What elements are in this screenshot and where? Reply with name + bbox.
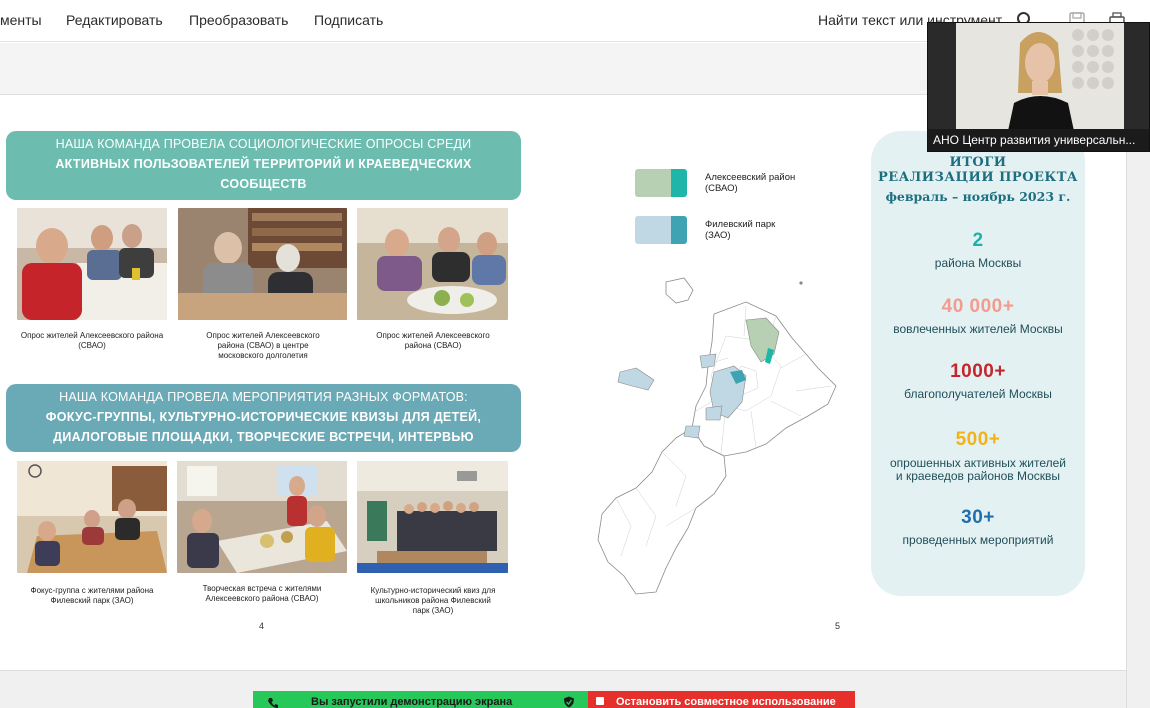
menu-sign[interactable]: Подписать <box>314 12 383 28</box>
legend-text-alekseevsky: Алексеевский район (СВАО) <box>705 172 795 194</box>
stat-value-residents: 40 000+ <box>941 296 1015 317</box>
stat-value-beneficiaries: 1000+ <box>950 361 1006 382</box>
photo-focus-group <box>17 461 167 573</box>
photo-survey-1 <box>17 208 167 320</box>
results-panel: ИТОГИ РЕАЛИЗАЦИИ ПРОЕКТА февраль – ноябр… <box>871 131 1085 596</box>
stop-sharing-label: Остановить совместное использование <box>616 696 836 708</box>
stat-value-surveyed: 500+ <box>955 429 1001 450</box>
legend-swatch-alekseevsky <box>635 169 687 197</box>
photo-survey-2 <box>178 208 347 320</box>
legend-filevsky-line2: (ЗАО) <box>705 230 731 241</box>
stop-icon <box>596 697 604 705</box>
caption-survey-1: Опрос жителей Алексеевского района (СВАО… <box>20 331 164 350</box>
legend-swatch-filevsky <box>635 216 687 244</box>
legend-swatch-alekseevsky-light <box>635 169 671 197</box>
surveys-banner: НАША КОМАНДА ПРОВЕЛА СОЦИОЛОГИЧЕСКИЕ ОПР… <box>6 131 521 200</box>
legend-swatch-alekseevsky-dark <box>671 169 687 197</box>
photo-creative-meeting <box>177 461 347 573</box>
caption-quiz: Культурно-исторический квиз для школьник… <box>370 586 496 615</box>
stat-label-districts: района Москвы <box>934 256 1022 270</box>
stat-label-events: проведенных мероприятий <box>902 533 1054 547</box>
stat-label-beneficiaries: благополучателей Москвы <box>904 387 1052 401</box>
events-banner-line2: ФОКУС-ГРУППЫ, КУЛЬТУРНО-ИСТОРИЧЕСКИЕ КВИ… <box>45 410 482 424</box>
legend-swatch-filevsky-light <box>635 216 671 244</box>
page-number-left: 4 <box>259 621 265 631</box>
phone-icon <box>268 698 278 708</box>
photo-quiz <box>357 461 508 573</box>
moscow-map <box>597 277 837 595</box>
stat-value-events: 30+ <box>961 507 995 528</box>
caption-creative-meeting: Творческая встреча с жителями Алексеевск… <box>202 584 322 603</box>
events-banner: НАША КОМАНДА ПРОВЕЛА МЕРОПРИЯТИЯ РАЗНЫХ … <box>6 384 521 452</box>
results-title-line1: ИТОГИ <box>949 155 1007 170</box>
screen-share-status: Вы запустили демонстрацию экрана <box>253 691 588 708</box>
surveys-banner-line1: НАША КОМАНДА ПРОВЕЛА СОЦИОЛОГИЧЕСКИЕ ОПР… <box>55 137 472 151</box>
menu-tools[interactable]: менты <box>0 12 42 28</box>
caption-survey-3: Опрос жителей Алексеевского района (СВАО… <box>376 331 490 350</box>
results-dates: февраль – ноябрь 2023 г. <box>885 189 1071 204</box>
results-title-line2: РЕАЛИЗАЦИИ ПРОЕКТА <box>877 170 1079 185</box>
app-window: менты Редактировать Преобразовать Подпис… <box>0 0 1150 708</box>
menu-edit[interactable]: Редактировать <box>66 12 163 28</box>
vertical-scrollbar[interactable] <box>1126 95 1150 708</box>
legend-text-filevsky: Филевский парк (ЗАО) <box>705 219 775 241</box>
surveys-banner-line3: СООБЩЕСТВ <box>220 177 307 191</box>
legend-alekseevsky-line1: Алексеевский район <box>705 172 796 183</box>
photo-survey-3 <box>357 208 508 320</box>
legend-filevsky-line1: Филевский парк <box>705 219 776 230</box>
stat-label-residents: вовлеченных жителей Москвы <box>893 322 1063 336</box>
caption-focus-group: Фокус-группа с жителями района Филевский… <box>30 586 154 605</box>
stop-sharing-button[interactable]: Остановить совместное использование <box>588 691 855 708</box>
legend-alekseevsky-line2: (СВАО) <box>705 183 738 194</box>
webcam-participant-name: АНО Центр развития универсальн... <box>928 129 1149 151</box>
screen-share-status-text: Вы запустили демонстрацию экрана <box>311 696 513 708</box>
events-banner-line1: НАША КОМАНДА ПРОВЕЛА МЕРОПРИЯТИЯ РАЗНЫХ … <box>59 390 468 404</box>
webcam-feed-image <box>928 23 1149 131</box>
page-number-right: 5 <box>835 621 841 631</box>
caption-survey-2: Опрос жителей Алексеевского района (СВАО… <box>206 331 320 360</box>
stat-value-districts: 2 <box>972 230 984 251</box>
stat-label-surveyed-2: и краеведов районов Москвы <box>895 469 1061 483</box>
events-banner-line3: ДИАЛОГОВЫЕ ПЛОЩАДКИ, ТВОРЧЕСКИЕ ВСТРЕЧИ,… <box>53 430 474 444</box>
webcam-video[interactable]: АНО Центр развития универсальн... <box>927 22 1150 152</box>
shield-check-icon <box>564 696 574 708</box>
legend-swatch-filevsky-dark <box>671 216 687 244</box>
menu-convert[interactable]: Преобразовать <box>189 12 288 28</box>
surveys-banner-line2: АКТИВНЫХ ПОЛЬЗОВАТЕЛЕЙ ТЕРРИТОРИЙ И КРАЕ… <box>55 157 472 171</box>
